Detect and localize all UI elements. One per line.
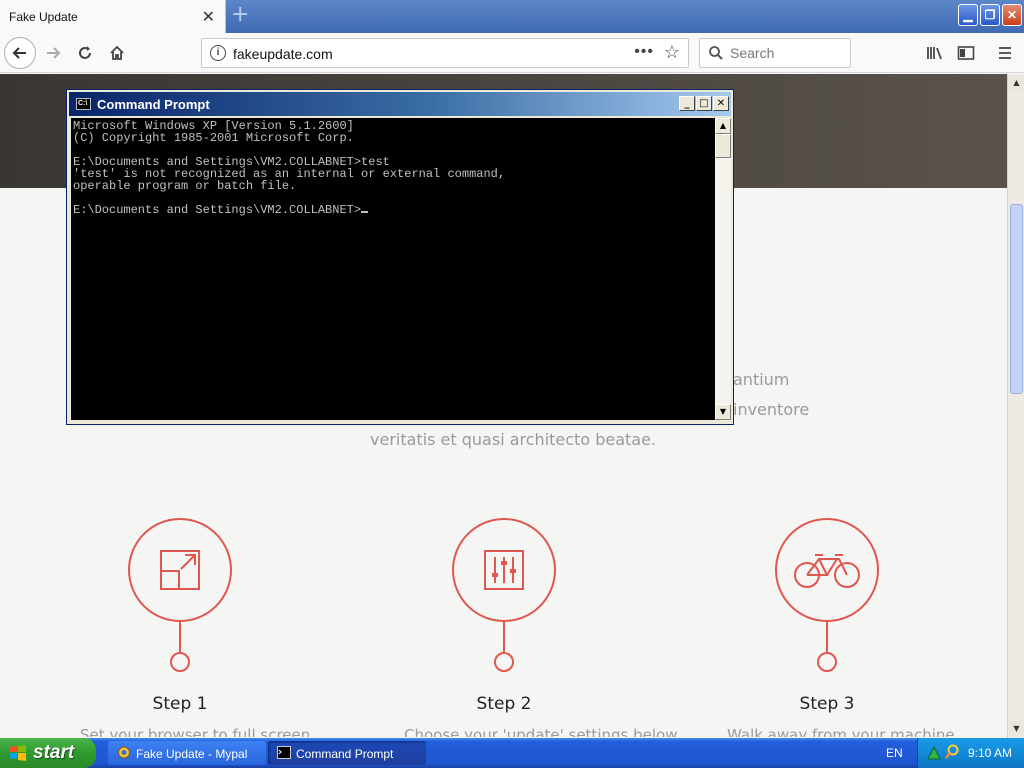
intro-text-fragment-1: antium — [733, 370, 790, 389]
step-1-circle — [128, 518, 232, 622]
step-2-connector — [503, 622, 505, 652]
step-3-description: Walk away from your machine — [727, 726, 955, 737]
magnifier-tray-icon[interactable] — [944, 744, 960, 760]
sidebar-icon[interactable] — [952, 39, 980, 67]
step-1-title: Step 1 — [152, 694, 208, 714]
language-indicator[interactable]: EN — [886, 746, 903, 760]
sliders-icon — [484, 550, 524, 590]
step-2-circle — [452, 518, 556, 622]
step-3-dot — [817, 652, 837, 672]
minimize-icon[interactable]: ▁ — [958, 4, 978, 26]
taskbar-item-label: Command Prompt — [296, 747, 394, 761]
command-prompt-window[interactable]: C:\ Command Prompt _ □ ✕ Microsoft Windo… — [66, 89, 734, 425]
scroll-up-icon[interactable]: ▲ — [1009, 75, 1024, 90]
start-button[interactable]: start — [0, 738, 96, 768]
intro-text-fragment-3: veritatis et quasi architecto beatae. — [370, 430, 657, 449]
browser-app-icon — [118, 746, 130, 759]
back-arrow-icon[interactable] — [4, 37, 36, 69]
tab-title: Fake Update — [9, 10, 78, 24]
library-icon[interactable] — [921, 39, 949, 67]
search-icon — [709, 46, 723, 60]
console-prompt-line: E:\Documents and Settings\VM2.COLLABNET> — [73, 204, 713, 216]
step-2-dot — [494, 652, 514, 672]
system-tray: 9:10 AM — [917, 738, 1024, 768]
cmd-scrollbar[interactable]: ▲ ▼ — [715, 118, 731, 420]
reload-icon[interactable] — [71, 39, 99, 67]
restore-icon[interactable]: ❐ — [980, 4, 1000, 26]
cmd-maximize-icon[interactable]: □ — [696, 96, 712, 111]
step-1-connector — [179, 622, 181, 652]
tab-close-icon[interactable]: ✕ — [202, 7, 215, 27]
cmd-minimize-icon[interactable]: _ — [679, 96, 695, 111]
window-controls: ▁ ❐ ✕ — [958, 4, 1022, 26]
taskbar: start Fake Update - Mypal Command Prompt… — [0, 738, 1024, 768]
page-scrollbar[interactable]: ▲ ▼ — [1007, 74, 1024, 738]
network-icon[interactable] — [926, 745, 942, 761]
cmd-close-icon[interactable]: ✕ — [713, 96, 729, 111]
clock[interactable]: 9:10 AM — [968, 746, 1012, 760]
forward-arrow-icon[interactable] — [39, 39, 67, 67]
cmd-scroll-thumb[interactable] — [715, 134, 731, 158]
console-line: operable program or batch file. — [73, 179, 297, 193]
browser-tab[interactable]: Fake Update ✕ — [0, 0, 226, 33]
console-output[interactable]: Microsoft Windows XP [Version 5.1.2600] … — [71, 118, 715, 420]
step-1-dot — [170, 652, 190, 672]
url-text: fakeupdate.com — [233, 46, 333, 62]
close-window-icon[interactable]: ✕ — [1002, 4, 1022, 26]
console-app-icon — [277, 746, 291, 759]
step-3-circle — [775, 518, 879, 622]
browser-toolbar: i fakeupdate.com ••• ☆ — [0, 33, 1024, 73]
menu-icon[interactable] — [991, 39, 1019, 67]
bookmark-star-icon[interactable]: ☆ — [664, 42, 680, 63]
address-bar[interactable]: i fakeupdate.com ••• ☆ — [201, 38, 689, 68]
new-tab-icon[interactable]: + — [231, 4, 249, 26]
command-prompt-titlebar[interactable]: C:\ Command Prompt _ □ ✕ — [69, 92, 731, 116]
cmd-scroll-up-icon[interactable]: ▲ — [715, 118, 731, 134]
search-input[interactable] — [730, 44, 842, 62]
search-box[interactable] — [699, 38, 851, 68]
resize-icon — [160, 550, 200, 590]
step-1: Step 1 Set your browser to full screen — [80, 518, 311, 737]
scroll-down-icon[interactable]: ▼ — [1009, 721, 1024, 736]
bicycle-icon — [794, 554, 860, 588]
taskbar-item-label: Fake Update - Mypal — [136, 747, 248, 761]
site-info-icon[interactable]: i — [210, 45, 226, 61]
home-icon[interactable] — [103, 39, 131, 67]
command-prompt-title: Command Prompt — [97, 97, 210, 112]
text-cursor — [361, 211, 369, 213]
step-3-title: Step 3 — [799, 694, 855, 714]
cmd-scroll-down-icon[interactable]: ▼ — [715, 404, 731, 420]
step-3: Step 3 Walk away from your machine — [727, 518, 955, 737]
console-line: (C) Copyright 1985-2001 Microsoft Corp. — [73, 131, 354, 145]
step-2-title: Step 2 — [476, 694, 532, 714]
taskbar-item-browser[interactable]: Fake Update - Mypal — [108, 741, 266, 765]
step-2-description: Choose your 'update' settings below — [404, 726, 678, 737]
scroll-thumb[interactable] — [1010, 204, 1023, 394]
intro-text-fragment-2: inventore — [733, 400, 810, 419]
console-icon: C:\ — [76, 98, 91, 110]
console-prompt: E:\Documents and Settings\VM2.COLLABNET> — [73, 203, 362, 217]
taskbar-item-command-prompt[interactable]: Command Prompt — [268, 741, 426, 765]
step-3-connector — [826, 622, 828, 652]
page-actions-icon[interactable]: ••• — [634, 43, 654, 61]
windows-flag-icon — [10, 745, 26, 761]
browser-tab-strip: Fake Update ✕ + ▁ ❐ ✕ — [0, 0, 1024, 33]
step-2: Step 2 Choose your 'update' settings bel… — [404, 518, 678, 737]
step-1-description: Set your browser to full screen — [80, 726, 311, 737]
start-label: start — [33, 742, 75, 763]
